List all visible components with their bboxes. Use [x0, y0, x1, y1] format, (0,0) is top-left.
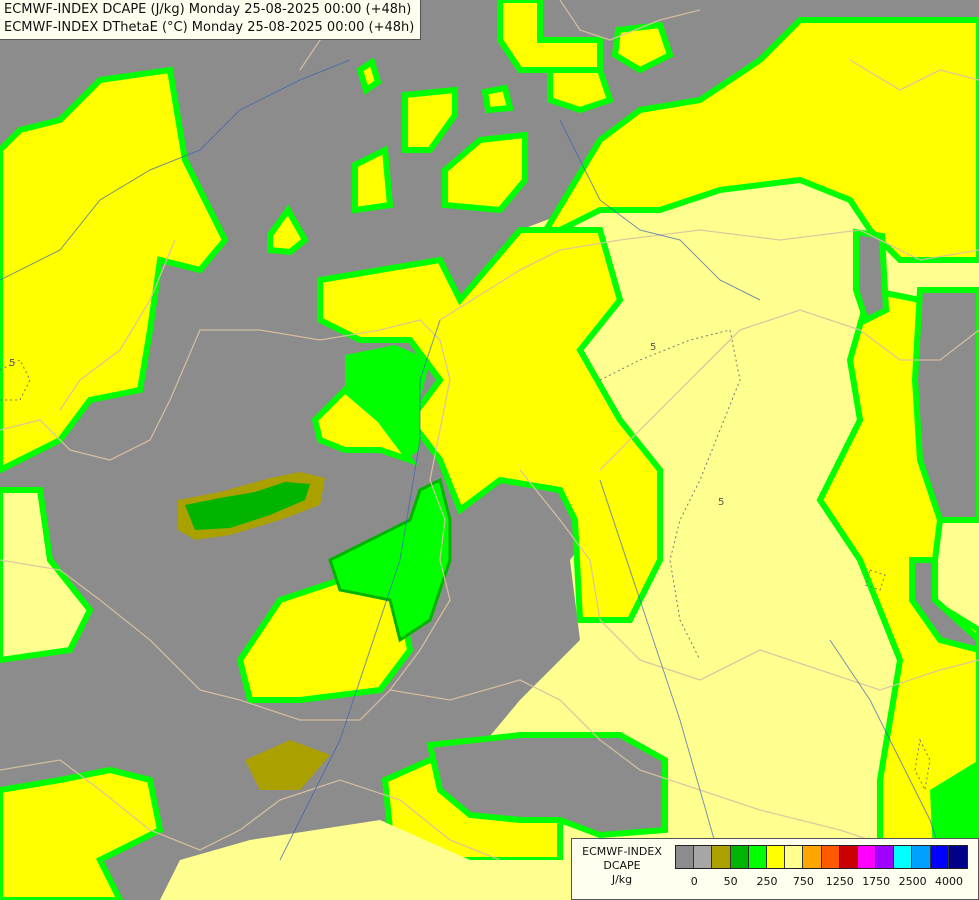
contour-label-3: 5: [9, 358, 15, 369]
legend-swatch: [785, 846, 804, 868]
legend-unit: J/kg: [611, 873, 633, 886]
legend-tick-label: 1250: [825, 875, 854, 888]
legend-swatch: [839, 846, 858, 868]
legend-tick-label: 2500: [898, 875, 927, 888]
legend-swatch: [894, 846, 913, 868]
legend-color-scale: [675, 845, 968, 869]
legend-swatch: [948, 846, 967, 868]
legend-swatch: [821, 846, 840, 868]
legend-tick-label: 1750: [862, 875, 891, 888]
legend-tick-label: 50: [723, 875, 738, 888]
legend-swatch: [857, 846, 877, 868]
legend-swatch: [912, 846, 931, 868]
title-dthetae: ECMWF-INDEX DThetaE (°C) Monday 25-08-20…: [4, 20, 415, 35]
legend-swatch: [930, 846, 949, 868]
legend-tick-label: 4000: [935, 875, 963, 888]
dcape-map: 5 5 5: [0, 0, 979, 900]
legend-swatch: [676, 846, 695, 868]
legend-swatch: [748, 846, 767, 868]
title-dcape: ECMWF-INDEX DCAPE (J/kg) Monday 25-08-20…: [4, 2, 412, 17]
legend-swatch: [766, 846, 786, 868]
map-viewer: 5 5 5 ECMWF-INDEX DCAPE (J/kg) Monday 25…: [0, 0, 979, 900]
map-title-box: ECMWF-INDEX DCAPE (J/kg) Monday 25-08-20…: [0, 0, 422, 40]
legend-swatch: [694, 846, 713, 868]
dcape-zone-grey-east-2: [853, 228, 890, 325]
dcape-blob-n6: [481, 84, 514, 114]
dcape-blob-n9: [356, 57, 382, 95]
legend: ECMWF-INDEX DCAPE J/kg 0 50 250 750 1250 1750…: [571, 838, 979, 900]
dcape-blob-n1: [547, 67, 614, 114]
legend-tick-label: 250: [756, 875, 778, 888]
legend-swatch: [876, 846, 895, 868]
contour-label-1: 5: [650, 342, 656, 353]
legend-swatch: [712, 846, 731, 868]
legend-name-line1: ECMWF-INDEX: [582, 845, 662, 858]
legend-tick-label: 750: [792, 875, 814, 888]
contour-label-2: 5: [718, 497, 724, 508]
legend-tick-label: 0: [690, 875, 698, 888]
legend-swatch: [803, 846, 822, 868]
legend-name-line2: DCAPE: [603, 859, 641, 872]
legend-title: ECMWF-INDEX DCAPE J/kg: [572, 845, 672, 887]
legend-swatch: [730, 846, 749, 868]
